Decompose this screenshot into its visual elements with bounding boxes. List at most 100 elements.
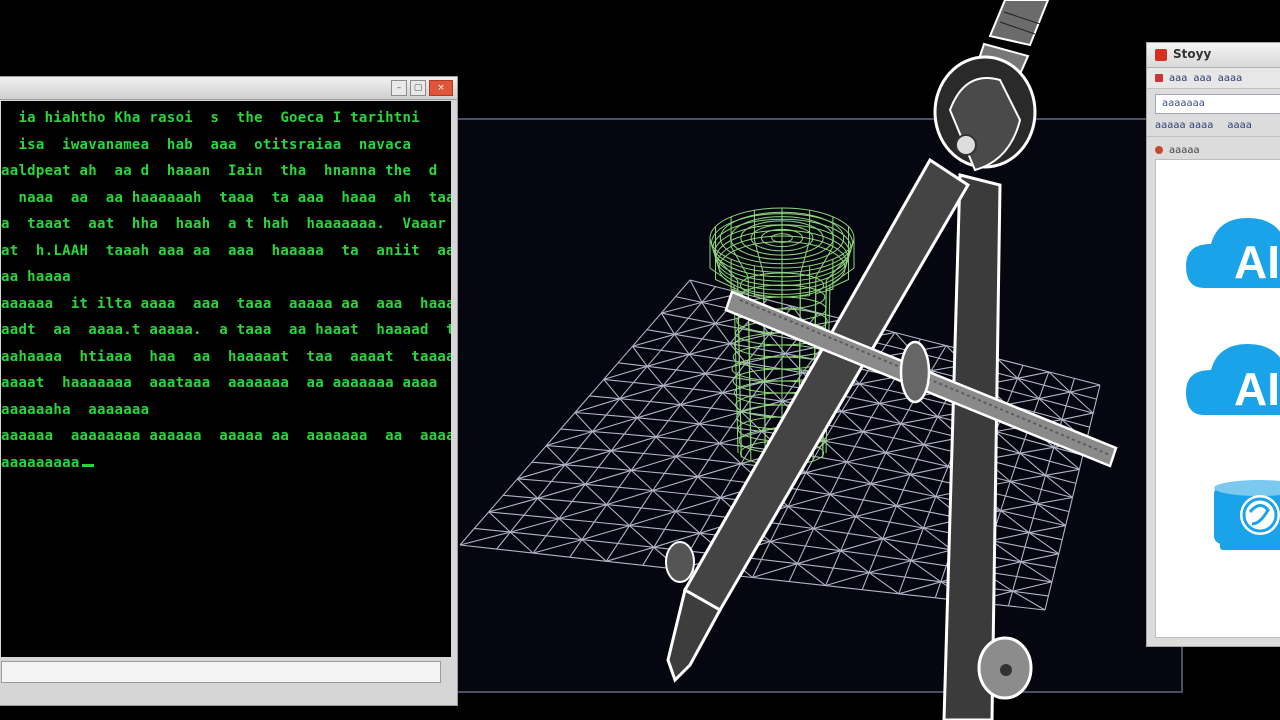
- mesh-edge: [689, 343, 731, 355]
- mesh-edge: [854, 446, 887, 454]
- mesh-edge: [875, 538, 884, 556]
- mesh-edge: [1007, 591, 1014, 607]
- mesh-edge: [488, 511, 524, 516]
- mesh-edge: [841, 410, 872, 418]
- mesh-edge: [1044, 595, 1049, 611]
- browser-tab[interactable]: aaa: [1169, 73, 1187, 84]
- mesh-edge: [585, 483, 620, 488]
- mesh-edge: [841, 402, 880, 412]
- mesh-edge: [923, 527, 953, 551]
- mesh-edge: [813, 510, 823, 529]
- mesh-edge: [900, 416, 938, 425]
- browser-tab[interactable]: aaa: [1193, 73, 1211, 84]
- mesh-edge: [689, 353, 718, 360]
- close-button[interactable]: ×: [429, 80, 453, 96]
- database-globe-icon[interactable]: [1214, 480, 1280, 550]
- mesh-edge: [705, 373, 735, 379]
- mesh-edge: [619, 398, 651, 403]
- mesh-edge: [855, 505, 897, 518]
- mesh-edge: [652, 490, 677, 512]
- terminal-line: aaaaaaha aaaaaaa: [1, 401, 150, 418]
- mesh-edge: [1071, 483, 1077, 498]
- mesh-edge: [564, 450, 612, 466]
- mesh-edge: [1036, 489, 1042, 504]
- ai-cloud-icon[interactable]: AI: [1186, 218, 1280, 288]
- mesh-edge: [934, 581, 942, 598]
- browser-page: AI AI: [1155, 159, 1280, 638]
- mesh-edge: [537, 483, 586, 499]
- mesh-edge: [680, 404, 700, 425]
- mesh-edge: [697, 476, 731, 482]
- cloud-label: AI: [1234, 236, 1280, 288]
- terminal-input-bar[interactable]: [1, 661, 441, 683]
- mesh-edge: [990, 532, 1030, 542]
- mesh-edge: [893, 437, 925, 446]
- mesh-edge: [868, 560, 912, 574]
- mesh-edge: [879, 389, 889, 404]
- terminal-window[interactable]: – ▢ × ia hiahtho Kha rasoi s the Goeca I…: [0, 76, 458, 706]
- mesh-edge: [632, 345, 661, 351]
- mesh-edge: [646, 365, 664, 387]
- mesh-edge: [675, 456, 698, 478]
- mesh-edge: [689, 279, 703, 303]
- browser-window[interactable]: Stoyy aaa aaa aaaa aaaaaaa aaaaa aaaa aa…: [1146, 42, 1280, 647]
- mesh-edge: [606, 486, 620, 505]
- mesh-edge: [510, 518, 560, 533]
- mesh-edge: [910, 549, 952, 562]
- browser-titlebar[interactable]: Stoyy: [1147, 43, 1280, 68]
- mesh-edge: [1089, 412, 1094, 428]
- mesh-edge: [606, 414, 638, 419]
- mesh-edge: [592, 431, 612, 452]
- terminal-line: aadt aa aaaa.t aaaaa. a taaa aa haaat ha…: [1, 322, 451, 338]
- mesh-edge: [893, 423, 902, 439]
- mesh-edge: [674, 333, 690, 355]
- mesh-edge: [619, 385, 664, 400]
- mesh-edge: [674, 317, 689, 335]
- mesh-edge: [708, 459, 742, 465]
- mesh-edge: [675, 279, 691, 297]
- mesh-edge: [517, 478, 552, 483]
- mesh-edge: [885, 452, 918, 460]
- bookmark-item[interactable]: aaaaa aaaa: [1155, 120, 1213, 136]
- terminal-screen[interactable]: ia hiahtho Kha rasoi s the Goeca I tarih…: [1, 101, 451, 657]
- mesh-edge: [517, 478, 538, 499]
- terminal-line: at h.LAAH taaah aaa aa aaa haaaaa ta ani…: [1, 242, 451, 259]
- page-tab-icon: [1155, 146, 1163, 154]
- mesh-edge: [878, 467, 911, 475]
- mesh-edge: [631, 469, 665, 474]
- mesh-edge: [722, 392, 753, 398]
- cloud-label: AI: [1234, 363, 1280, 415]
- mesh-edge: [660, 296, 677, 314]
- mesh-edge: [655, 420, 669, 438]
- mesh-edge: [868, 555, 877, 573]
- mesh-edge: [896, 505, 930, 513]
- mesh-edge: [1016, 575, 1052, 583]
- bookmark-item[interactable]: aaaa: [1227, 120, 1252, 136]
- text-cursor: [81, 463, 94, 467]
- ai-cloud-icon[interactable]: AI: [1186, 344, 1280, 415]
- mesh-edge: [509, 514, 525, 533]
- mesh-edge: [900, 409, 910, 424]
- mesh-edge: [537, 497, 560, 519]
- mesh-edge: [532, 539, 583, 554]
- mesh-edge: [1019, 446, 1054, 454]
- mesh-edge: [904, 560, 912, 578]
- mesh-edge: [1033, 398, 1040, 413]
- mesh-edge: [652, 476, 698, 492]
- mesh-edge: [629, 525, 655, 548]
- mesh-edge: [1051, 567, 1056, 583]
- minimize-button[interactable]: –: [391, 80, 407, 96]
- mesh-edge: [797, 550, 841, 565]
- mesh-edge: [584, 483, 608, 505]
- terminal-line: aaaaaaaaa: [1, 450, 451, 477]
- maximize-button[interactable]: ▢: [410, 80, 426, 96]
- browser-tab[interactable]: aaaa: [1218, 73, 1243, 84]
- mesh-edge: [664, 528, 700, 534]
- page-tab[interactable]: aaaaa: [1155, 141, 1280, 159]
- mesh-edge: [592, 430, 625, 435]
- mesh-edge: [545, 445, 566, 466]
- address-bar[interactable]: aaaaaaa: [1155, 94, 1280, 114]
- terminal-line: aahaaaa htiaaa haa aa haaaaat taa aaaat …: [1, 348, 451, 365]
- terminal-titlebar[interactable]: – ▢ ×: [0, 77, 457, 100]
- mesh-edge: [551, 480, 586, 485]
